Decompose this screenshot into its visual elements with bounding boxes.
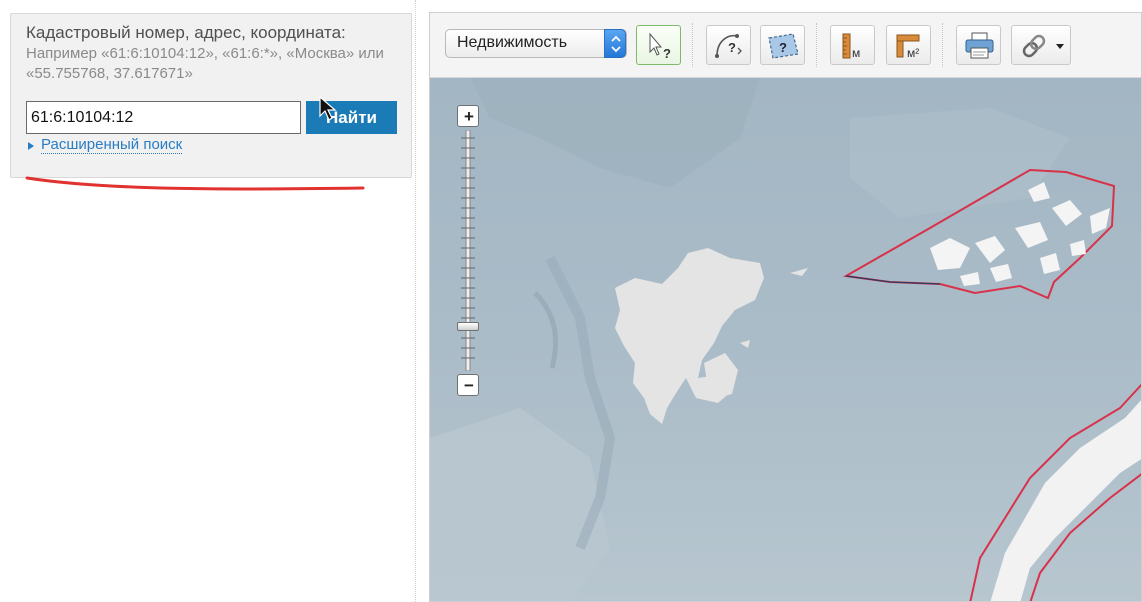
toolbar-separator (816, 23, 817, 67)
unit-meter-label: м (852, 46, 860, 60)
toolbar-separator (692, 23, 693, 67)
select-arrows-icon (604, 29, 626, 58)
search-input[interactable] (26, 101, 301, 134)
advanced-search-label: Расширенный поиск (41, 136, 183, 154)
zoom-slider-handle[interactable] (457, 322, 479, 331)
svg-text:?: ? (779, 40, 787, 55)
map-canvas (430, 78, 1141, 601)
advanced-search-link[interactable]: Расширенный поиск (28, 136, 183, 154)
layer-select[interactable]: Недвижимость (445, 29, 627, 58)
zoom-out-button[interactable]: − (457, 374, 479, 396)
search-hint: Например «61:6:10104:12», «61:6:*», «Мос… (26, 45, 384, 82)
chain-link-icon (1022, 34, 1064, 58)
map-view[interactable]: + − (430, 78, 1141, 601)
identify-polygon-button[interactable]: ? (706, 25, 751, 65)
zoom-in-button[interactable]: + (457, 105, 479, 127)
expand-triangle-icon (28, 141, 34, 150)
identify-button[interactable]: ? (636, 25, 681, 65)
svg-text:?: ? (663, 46, 671, 61)
layer-select-value: Недвижимость (457, 34, 568, 51)
printer-icon (965, 32, 994, 59)
svg-text:?: ? (728, 40, 736, 55)
curve-question-icon: ? (715, 34, 742, 58)
panel-divider (415, 0, 416, 602)
map-toolbar: Недвижимость ? ? ? м м² (430, 13, 1141, 78)
measure-area-button[interactable]: м² (886, 25, 931, 65)
map-frame: Недвижимость ? ? ? м м² + − (429, 12, 1142, 602)
mouse-cursor-icon (319, 96, 337, 121)
toolbar-separator (942, 23, 943, 67)
search-panel: Кадастровый номер, адрес, координата: На… (10, 13, 412, 191)
area-ruler-icon: м² (896, 34, 920, 60)
map-question-icon: ? (768, 33, 799, 59)
link-button[interactable] (1011, 25, 1071, 65)
unit-square-meter-label: м² (907, 46, 919, 60)
measure-length-button[interactable]: м (830, 25, 875, 65)
ruler-icon: м (842, 33, 860, 60)
zoom-slider-track[interactable] (460, 130, 476, 371)
print-button[interactable] (956, 25, 1001, 65)
red-annotation-stroke (25, 176, 365, 191)
search-title: Кадастровый номер, адрес, координата: (26, 23, 346, 42)
cursor-question-icon: ? (649, 32, 671, 61)
identify-area-button[interactable]: ? (760, 25, 805, 65)
